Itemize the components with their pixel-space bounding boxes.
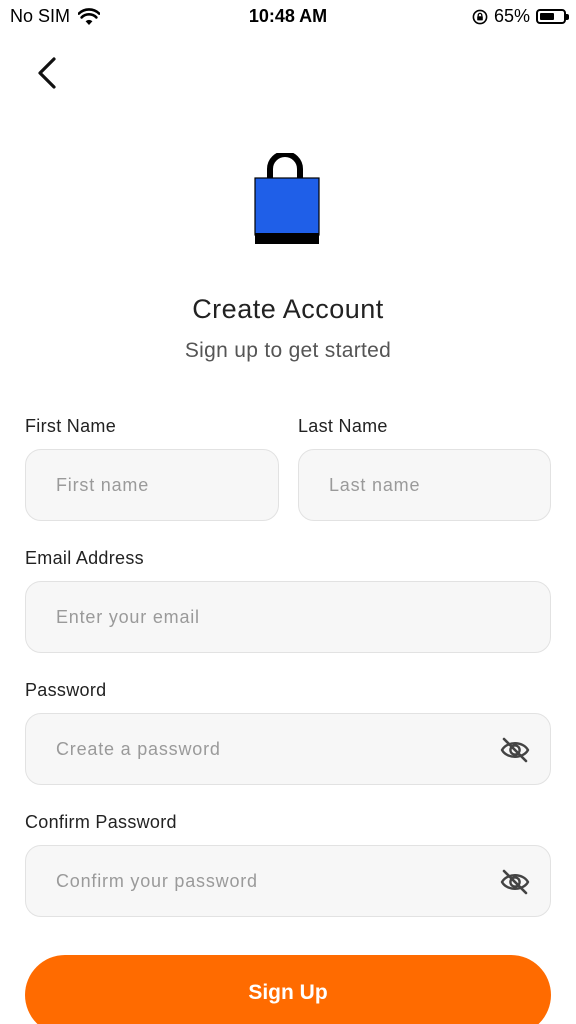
signup-screen: No SIM 10:48 AM 65% Create Account Sign …	[0, 0, 576, 1024]
last-name-field	[298, 449, 551, 521]
back-button[interactable]	[24, 50, 70, 96]
confirm-password-input[interactable]	[26, 846, 550, 916]
first-name-input[interactable]	[26, 450, 278, 520]
bag-base	[255, 233, 319, 244]
sign-up-button[interactable]: Sign Up	[25, 955, 551, 1024]
page-title: Create Account	[192, 294, 384, 324]
confirm-password-label: Confirm Password	[25, 812, 177, 832]
confirm-password-field	[25, 845, 551, 917]
status-right: 65%	[472, 6, 569, 27]
password-field	[25, 713, 551, 785]
eye-off-icon[interactable]	[500, 868, 530, 896]
first-name-label: First Name	[25, 416, 117, 436]
battery-level	[540, 13, 554, 20]
battery-percent: 65%	[493, 6, 530, 26]
shopping-bag-icon	[254, 153, 320, 244]
battery-tip	[566, 14, 569, 20]
last-name-label: Last Name	[298, 416, 388, 436]
bag-body	[254, 177, 320, 236]
battery-icon	[536, 9, 569, 24]
email-label: Email Address	[25, 548, 144, 568]
orientation-lock-icon	[472, 9, 488, 24]
page-subtitle: Sign up to get started	[184, 339, 392, 362]
password-label: Password	[25, 680, 107, 700]
password-input[interactable]	[26, 714, 550, 784]
chevron-left-icon	[38, 57, 56, 89]
email-input[interactable]	[26, 582, 550, 652]
status-bar: No SIM 10:48 AM 65%	[0, 0, 576, 34]
first-name-field	[25, 449, 279, 521]
last-name-input[interactable]	[299, 450, 550, 520]
eye-off-icon[interactable]	[500, 736, 530, 764]
email-field	[25, 581, 551, 653]
